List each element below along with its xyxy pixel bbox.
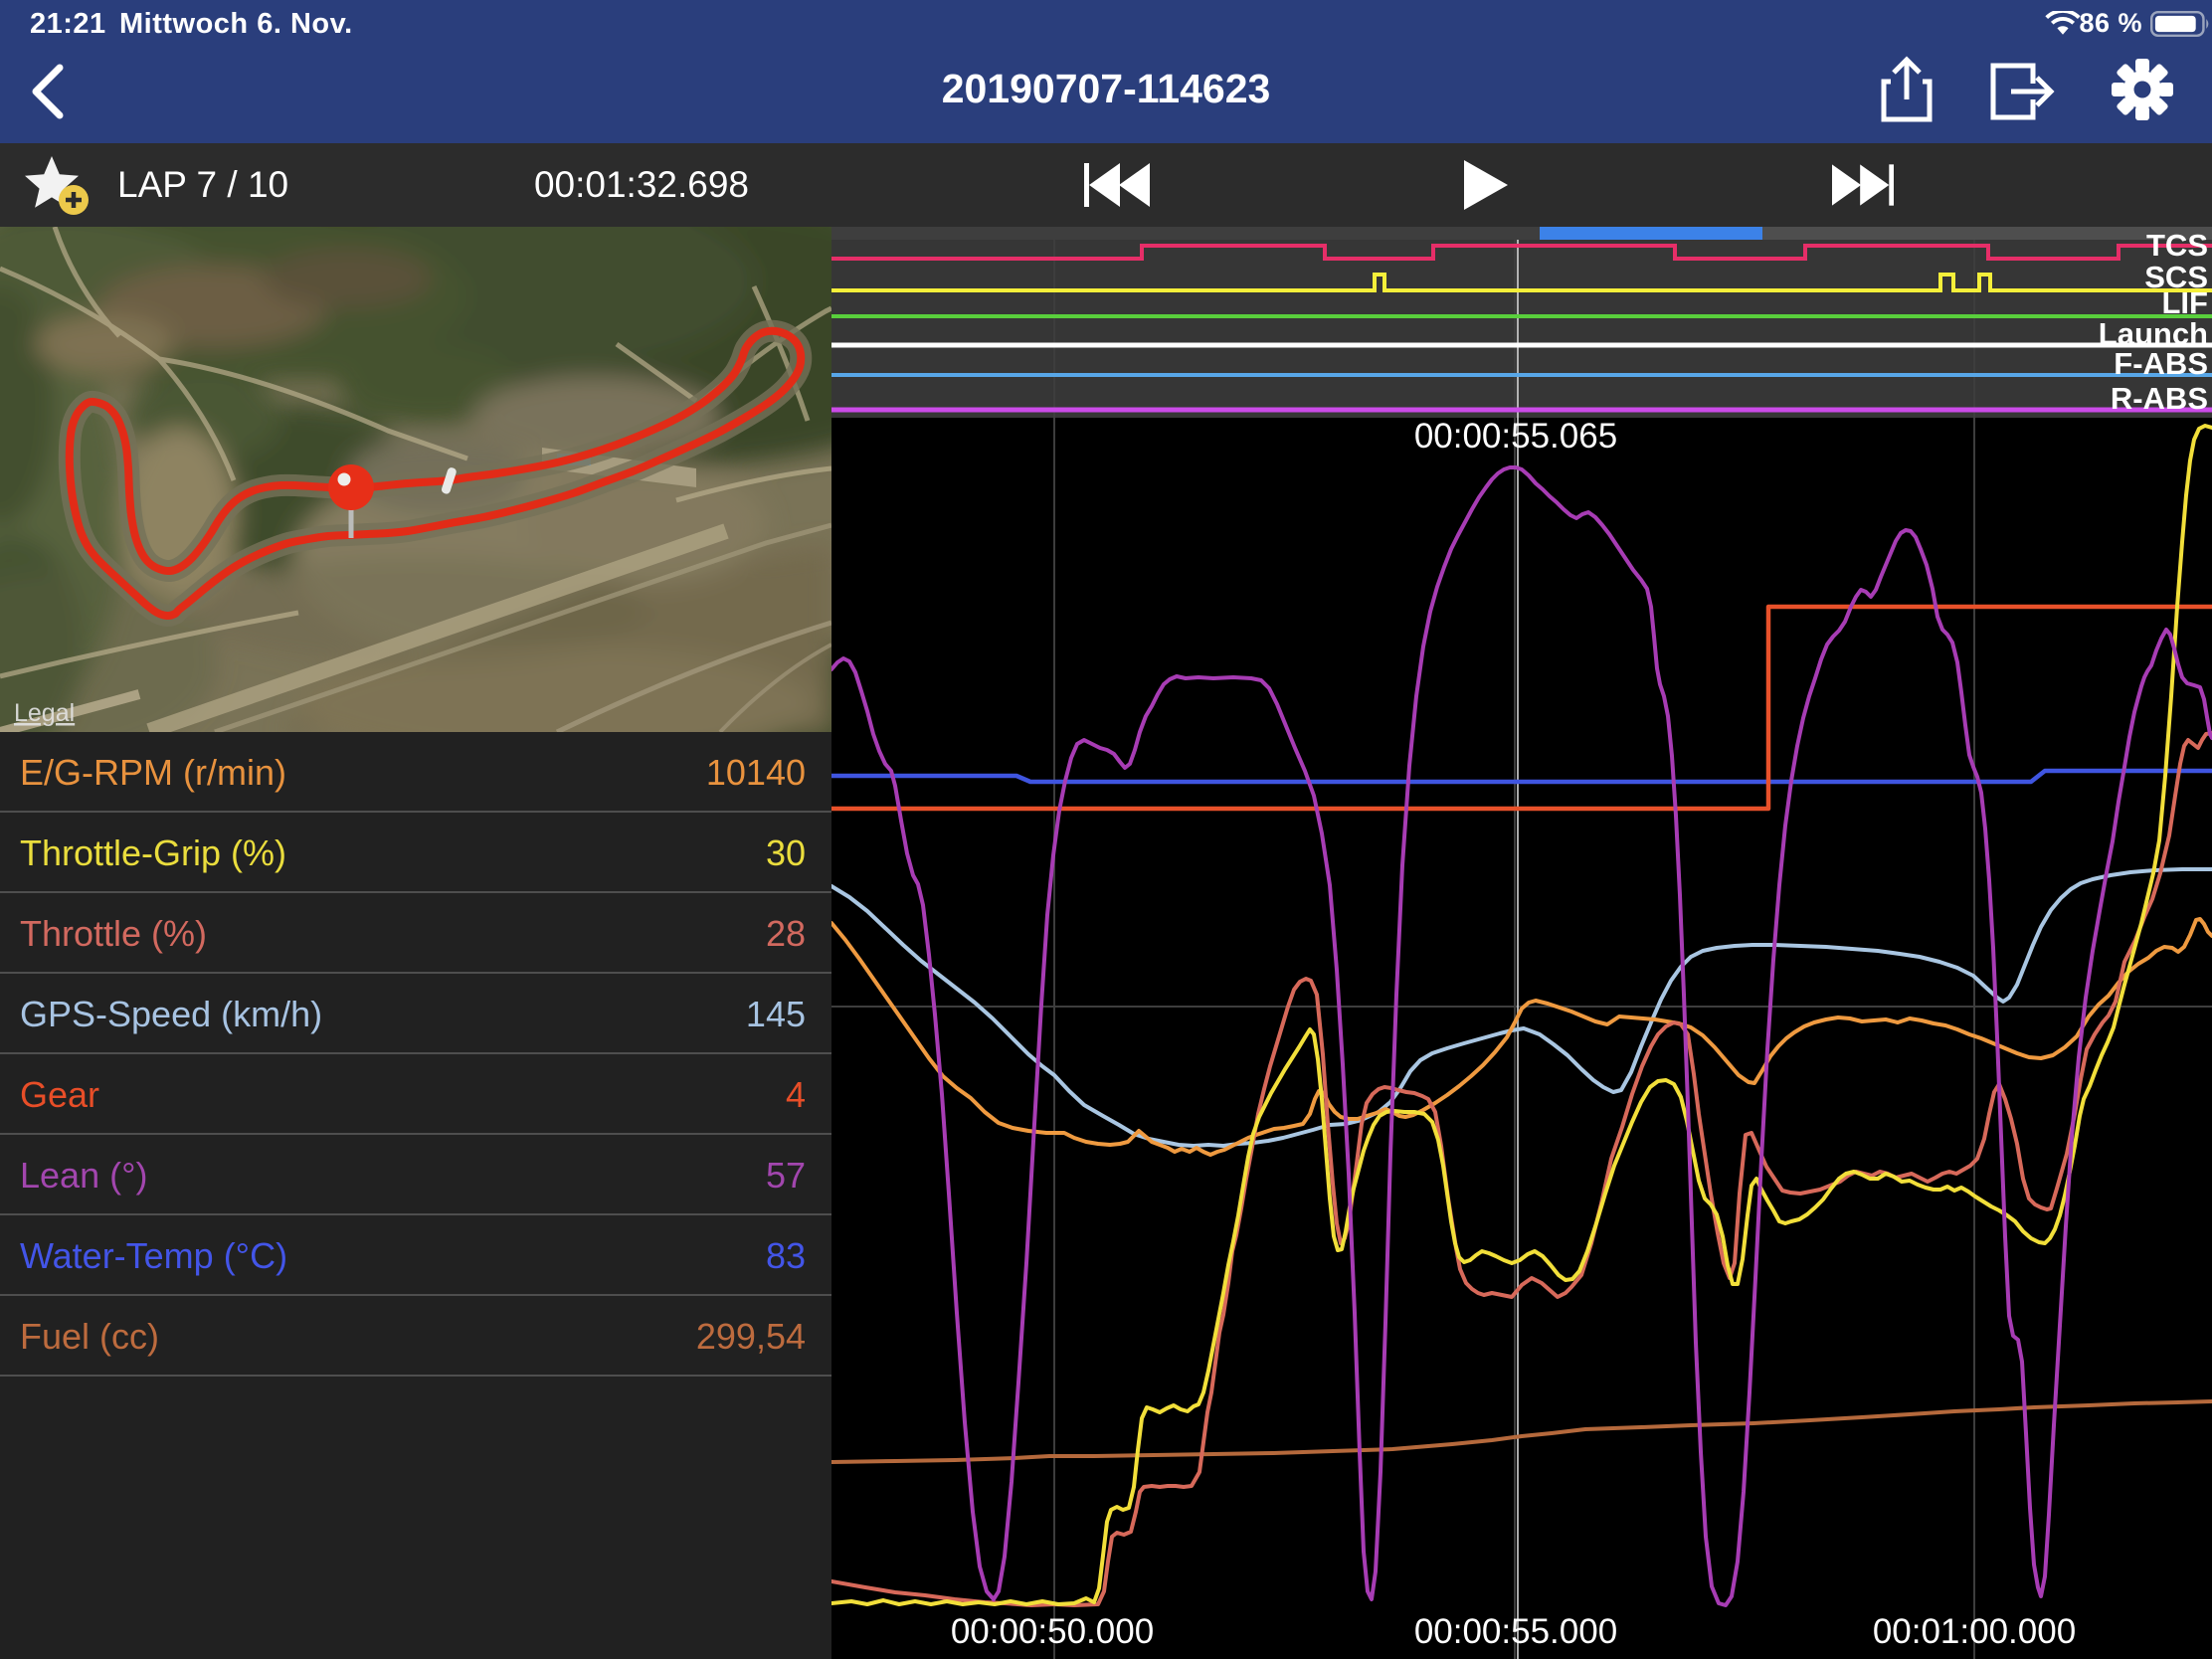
- svg-text:TCS: TCS: [2146, 228, 2208, 263]
- svg-text:00:01:00.000: 00:01:00.000: [1873, 1612, 2076, 1651]
- svg-text:R-ABS: R-ABS: [2111, 381, 2208, 416]
- svg-text:Legal: Legal: [14, 699, 75, 727]
- svg-text:00:00:55.000: 00:00:55.000: [1414, 1612, 1617, 1651]
- svg-text:00:00:50.000: 00:00:50.000: [951, 1612, 1154, 1651]
- svg-text:LIF: LIF: [2162, 285, 2209, 320]
- svg-text:00:00:55.065: 00:00:55.065: [1414, 417, 1617, 456]
- svg-text:F-ABS: F-ABS: [2114, 346, 2208, 381]
